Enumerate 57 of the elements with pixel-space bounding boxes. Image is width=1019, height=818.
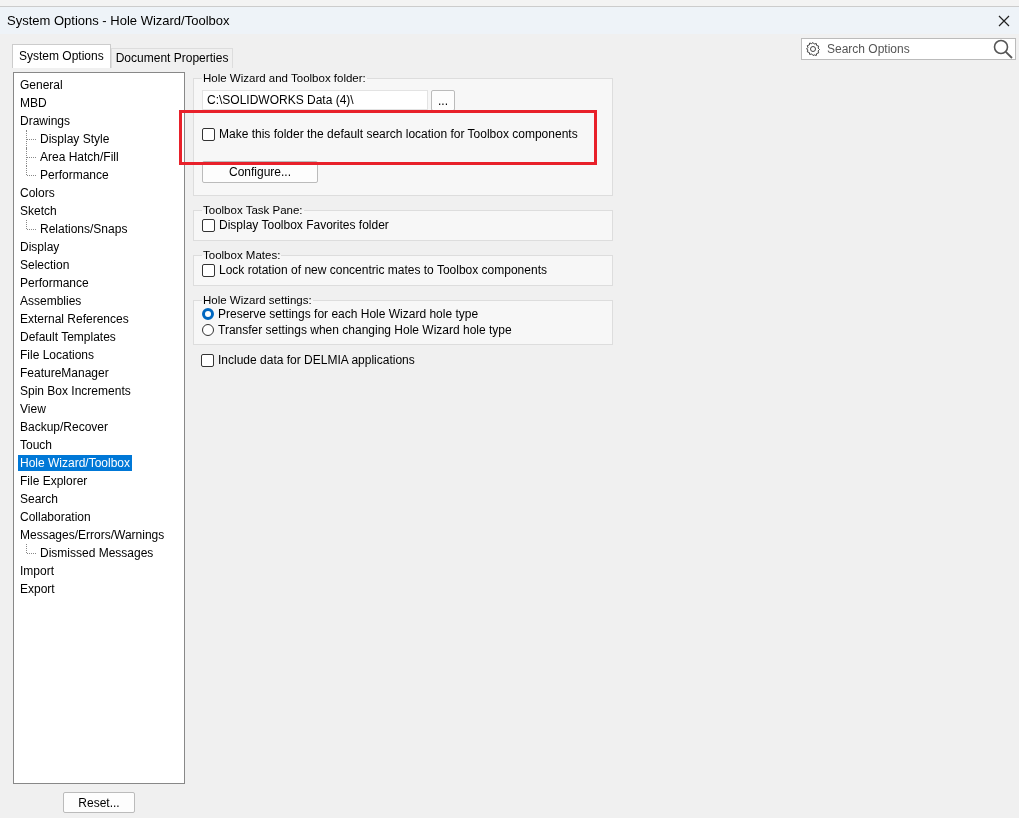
- checkbox-label: Display Toolbox Favorites folder: [219, 218, 389, 232]
- radio-label: Preserve settings for each Hole Wizard hole type: [218, 307, 479, 321]
- checkbox-label: Include data for DELMIA applications: [218, 353, 415, 367]
- tree-item[interactable]: Area Hatch/Fill: [38, 149, 121, 165]
- checkbox[interactable]: [202, 263, 215, 277]
- tree-item[interactable]: Drawings: [18, 113, 72, 129]
- search-input[interactable]: Search Options: [825, 41, 989, 57]
- group-title: Toolbox Task Pane:: [202, 204, 304, 216]
- checkbox[interactable]: [202, 127, 215, 141]
- tree-item[interactable]: Sketch: [18, 203, 59, 219]
- tree-item[interactable]: Hole Wizard/Toolbox: [18, 455, 133, 471]
- tree-item[interactable]: Dismissed Messages: [38, 545, 156, 561]
- tree-item[interactable]: File Locations: [18, 347, 97, 363]
- tree-item[interactable]: Display: [18, 239, 62, 255]
- tree-item[interactable]: Performance: [38, 167, 111, 183]
- search-icon[interactable]: [993, 39, 1013, 59]
- tab[interactable]: System Options: [12, 44, 111, 68]
- tree-item[interactable]: File Explorer: [18, 473, 90, 489]
- tree-item[interactable]: Default Templates: [18, 329, 118, 345]
- group-title: Hole Wizard settings:: [202, 294, 313, 306]
- window-title: System Options - Hole Wizard/Toolbox: [7, 13, 230, 28]
- configure-button[interactable]: Configure...: [202, 161, 318, 183]
- gear-icon: [805, 41, 821, 57]
- tree-item[interactable]: Import: [18, 563, 56, 579]
- tree-item[interactable]: Messages/Errors/Warnings: [18, 527, 167, 543]
- tree-item[interactable]: Search: [18, 491, 61, 507]
- folder-path-field[interactable]: C:\SOLIDWORKS Data (4)\: [202, 90, 428, 110]
- radio-label: Transfer settings when changing Hole Wizard hole type: [218, 323, 512, 337]
- checkbox[interactable]: [202, 218, 215, 232]
- checkbox[interactable]: [201, 353, 214, 367]
- tree-item[interactable]: Touch: [18, 437, 55, 453]
- tab[interactable]: Document Properties: [110, 48, 234, 68]
- tree-item[interactable]: Assemblies: [18, 293, 84, 309]
- reset-button[interactable]: Reset...: [63, 792, 135, 813]
- radio-button[interactable]: [202, 324, 214, 336]
- tree-item[interactable]: General: [18, 77, 65, 93]
- tree-item[interactable]: View: [18, 401, 48, 417]
- tree-item[interactable]: MBD: [18, 95, 49, 111]
- tree-item[interactable]: Colors: [18, 185, 57, 201]
- search-field[interactable]: Search Options: [801, 38, 1016, 60]
- tree-item[interactable]: External References: [18, 311, 131, 327]
- tree-item[interactable]: Performance: [18, 275, 91, 291]
- tree-item[interactable]: Export: [18, 581, 57, 597]
- tree-item[interactable]: Display Style: [38, 131, 112, 147]
- group-title: Toolbox Mates:: [202, 249, 282, 261]
- tree-item[interactable]: Relations/Snaps: [38, 221, 130, 237]
- browse-button[interactable]: ...: [431, 90, 455, 111]
- checkbox-label: Make this folder the default search location for Toolbox components: [219, 127, 578, 141]
- tree-item[interactable]: Collaboration: [18, 509, 93, 525]
- tree-item[interactable]: Backup/Recover: [18, 419, 111, 435]
- tree-item[interactable]: FeatureManager: [18, 365, 111, 381]
- close-icon[interactable]: [998, 14, 1010, 27]
- tree-item[interactable]: Spin Box Increments: [18, 383, 133, 399]
- tree-item[interactable]: Selection: [18, 257, 72, 273]
- group-title: Hole Wizard and Toolbox folder:: [202, 72, 367, 84]
- radio-button[interactable]: [202, 308, 214, 320]
- checkbox-label: Lock rotation of new concentric mates to Toolbox components: [219, 263, 547, 277]
